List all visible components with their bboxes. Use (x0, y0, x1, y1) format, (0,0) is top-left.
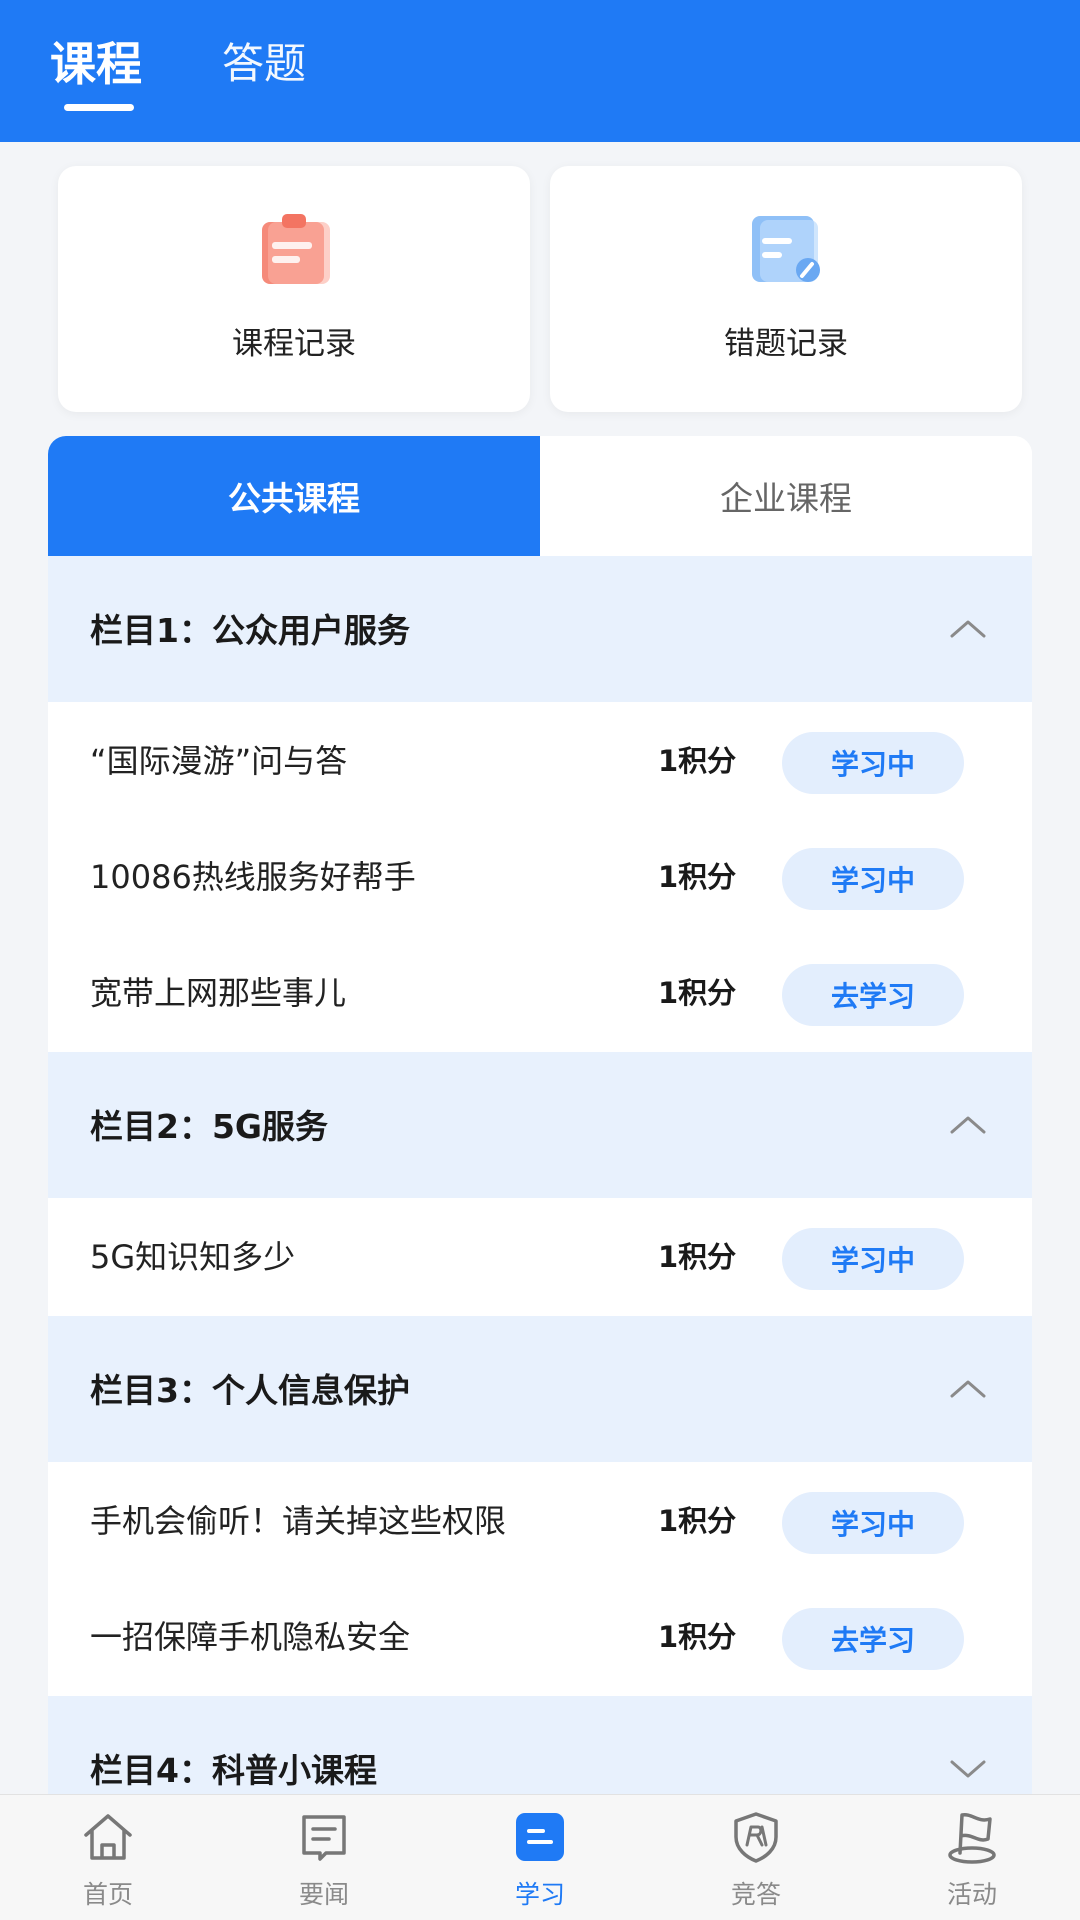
chevron-down-icon[interactable] (948, 1754, 988, 1784)
course-row[interactable]: 5G知识知多少 1积分 学习中 (48, 1198, 1032, 1314)
study-status-button[interactable]: 学习中 (782, 732, 964, 794)
section-title: 栏目3：个人信息保护 (90, 1371, 410, 1410)
clipboard-icon (262, 214, 330, 284)
wrong-question-record-card[interactable]: 错题记录 (550, 166, 1022, 412)
study-status-button[interactable]: 去学习 (782, 1608, 964, 1670)
course-title: 手机会偷听！请关掉这些权限 (90, 1502, 507, 1540)
document-edit-icon (752, 216, 820, 282)
nav-label: 首页 (82, 1880, 133, 1909)
section-header[interactable]: 栏目2：5G服务 (48, 1052, 1032, 1198)
top-header: 课程 答题 (0, 0, 1080, 142)
course-title: 宽带上网那些事儿 (90, 974, 347, 1012)
course-points: 1积分 (658, 1240, 737, 1274)
nav-label: 活动 (946, 1880, 997, 1909)
tab-enterprise-courses[interactable]: 企业课程 (540, 436, 1032, 556)
nav-study[interactable]: 学习 (432, 1795, 648, 1920)
course-points: 1积分 (658, 744, 737, 778)
study-status-button[interactable]: 学习中 (782, 1492, 964, 1554)
active-tab-indicator (64, 104, 134, 111)
study-status-button[interactable]: 学习中 (782, 848, 964, 910)
tab-courses[interactable]: 课程 (50, 38, 142, 90)
wrong-question-record-label: 错题记录 (724, 326, 848, 362)
course-panel: 公共课程 企业课程 栏目1：公众用户服务 “国际漫游”问与答 1积分 学习中 1… (48, 436, 1032, 1796)
nav-label: 竞答 (730, 1880, 781, 1909)
course-points: 1积分 (658, 1620, 737, 1654)
nav-home[interactable]: 首页 (0, 1795, 216, 1920)
course-row[interactable]: 一招保障手机隐私安全 1积分 去学习 (48, 1578, 1032, 1694)
course-points: 1积分 (658, 860, 737, 894)
pk-shield-icon (734, 1812, 778, 1863)
course-title: 一招保障手机隐私安全 (90, 1618, 411, 1656)
course-title: “国际漫游”问与答 (90, 742, 348, 780)
bottom-navigation: 首页 要闻 学习 竞答 活动 (0, 1794, 1080, 1920)
section-title: 栏目4：科普小课程 (90, 1751, 377, 1790)
course-row[interactable]: 宽带上网那些事儿 1积分 去学习 (48, 934, 1032, 1050)
nav-label: 要闻 (298, 1880, 349, 1909)
study-icon (516, 1813, 564, 1861)
home-icon (84, 1814, 132, 1860)
study-status-button[interactable]: 去学习 (782, 964, 964, 1026)
nav-label: 学习 (514, 1880, 565, 1909)
chevron-up-icon[interactable] (948, 1110, 988, 1140)
section-header[interactable]: 栏目3：个人信息保护 (48, 1316, 1032, 1462)
section-title: 栏目2：5G服务 (90, 1107, 329, 1146)
chevron-up-icon[interactable] (948, 614, 988, 644)
chevron-up-icon[interactable] (948, 1374, 988, 1404)
section-title: 栏目1：公众用户服务 (90, 611, 410, 650)
nav-contest[interactable]: 竞答 (648, 1795, 864, 1920)
course-row[interactable]: “国际漫游”问与答 1积分 学习中 (48, 702, 1032, 818)
course-title: 5G知识知多少 (90, 1238, 296, 1276)
course-record-card[interactable]: 课程记录 (58, 166, 530, 412)
flag-icon (948, 1813, 996, 1864)
course-title: 10086热线服务好帮手 (90, 858, 416, 896)
course-points: 1积分 (658, 1504, 737, 1538)
course-row[interactable]: 10086热线服务好帮手 1积分 学习中 (48, 818, 1032, 934)
course-row[interactable]: 手机会偷听！请关掉这些权限 1积分 学习中 (48, 1462, 1032, 1578)
section-header[interactable]: 栏目1：公众用户服务 (48, 556, 1032, 702)
tab-quiz[interactable]: 答题 (222, 38, 306, 90)
tab-public-courses[interactable]: 公共课程 (48, 436, 540, 556)
study-status-button[interactable]: 学习中 (782, 1228, 964, 1290)
nav-news[interactable]: 要闻 (216, 1795, 432, 1920)
nav-activity[interactable]: 活动 (864, 1795, 1080, 1920)
course-points: 1积分 (658, 976, 737, 1010)
section-header[interactable]: 栏目4：科普小课程 (48, 1696, 1032, 1796)
course-record-label: 课程记录 (232, 326, 356, 362)
news-icon (302, 1815, 346, 1861)
